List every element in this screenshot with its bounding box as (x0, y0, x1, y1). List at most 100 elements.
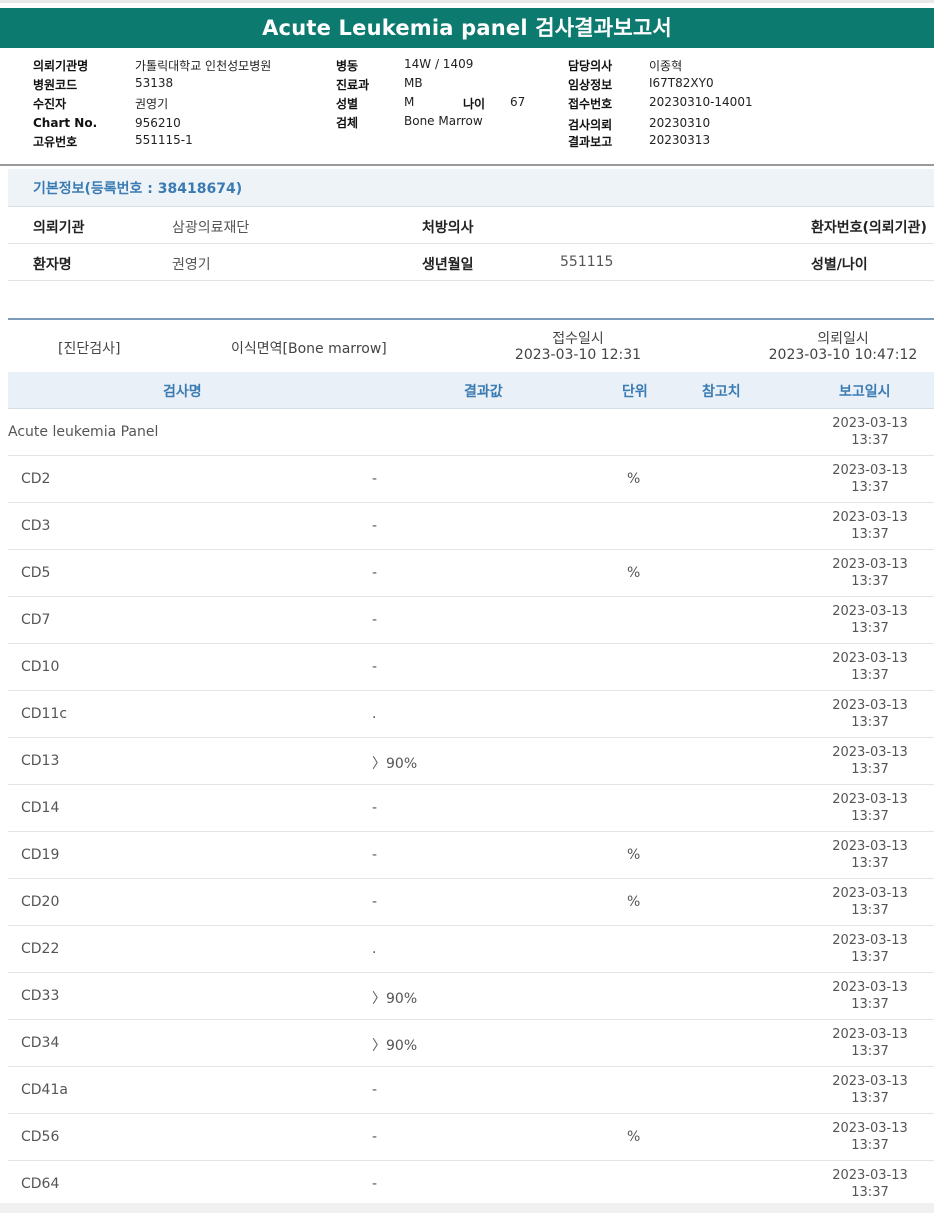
header-divider (0, 164, 934, 166)
header-value: MB (404, 76, 423, 90)
test-name: CD20 (21, 894, 60, 910)
report-date: 2023-03-13 13:37 (820, 744, 920, 778)
basic-info-title: 기본정보(등록번호 : 38418674) (33, 181, 243, 197)
table-row: CD33 〉90% 2023-03-13 13:37 (8, 973, 934, 1020)
result-value: - (372, 518, 378, 534)
report-date: 2023-03-13 13:37 (820, 791, 920, 825)
report-date-day: 2023-03-13 (832, 1168, 908, 1183)
report-date-day: 2023-03-13 (832, 1074, 908, 1089)
received-label: 접수일시 (552, 331, 604, 347)
report-date-time: 13:37 (851, 856, 889, 871)
report-date: 2023-03-13 13:37 (820, 697, 920, 731)
info-value: 551115 (560, 254, 614, 270)
top-border (0, 0, 934, 3)
report-date-day: 2023-03-13 (832, 1027, 908, 1042)
header-value: 이종혁 (649, 59, 683, 73)
header-label: 수진자 (33, 97, 67, 111)
table-row: CD2 -% 2023-03-13 13:37 (8, 456, 934, 503)
report-date-day: 2023-03-13 (832, 604, 908, 619)
header-label: 진료과 (336, 78, 370, 92)
result-value: . (372, 941, 377, 957)
report-date: 2023-03-13 13:37 (820, 415, 920, 449)
report-date-time: 13:37 (851, 950, 889, 965)
report-date-time: 13:37 (851, 527, 889, 542)
col-test-name: 검사명 (163, 384, 202, 400)
header-value: 956210 (135, 116, 181, 130)
report-date: 2023-03-13 13:37 (820, 1120, 920, 1154)
test-name: CD7 (21, 612, 51, 628)
report-date-day: 2023-03-13 (832, 651, 908, 666)
report-date: 2023-03-13 13:37 (820, 462, 920, 496)
requested-value: 2023-03-10 10:47:12 (768, 347, 918, 363)
requested-label: 의뢰일시 (817, 331, 869, 347)
report-date: 2023-03-13 13:37 (820, 932, 920, 966)
info-value: 삼광의료재단 (172, 220, 250, 236)
table-row: CD19 -% 2023-03-13 13:37 (8, 832, 934, 879)
report-date-time: 13:37 (851, 715, 889, 730)
received-value: 2023-03-10 12:31 (514, 347, 642, 363)
header-value: 67 (510, 95, 526, 109)
table-row: CD20 -% 2023-03-13 13:37 (8, 879, 934, 926)
diagnosis-test: 이식면역[Bone marrow] (231, 341, 387, 357)
test-name: CD41a (21, 1082, 68, 1098)
header-value: 20230310-14001 (649, 95, 753, 109)
col-result: 결과값 (464, 384, 503, 400)
table-row: CD14 - 2023-03-13 13:37 (8, 785, 934, 832)
col-unit: 단위 (622, 384, 648, 400)
header-label: 검사의뢰 (568, 118, 613, 132)
report-date-time: 13:37 (851, 1185, 889, 1200)
test-name: CD10 (21, 659, 60, 675)
basic-info-heading: 기본정보(등록번호 : 38418674) (8, 169, 934, 207)
report-date: 2023-03-13 13:37 (820, 509, 920, 543)
result-value: - (372, 1129, 378, 1145)
header-label: 임상정보 (568, 78, 613, 92)
test-name: CD3 (21, 518, 51, 534)
header-label: 성별 (336, 97, 359, 111)
panel-name: Acute leukemia Panel (8, 424, 159, 440)
header-label: 검체 (336, 116, 359, 130)
info-label: 처방의사 (422, 220, 474, 236)
report-date-time: 13:37 (851, 574, 889, 589)
header-value: Bone Marrow (404, 114, 483, 128)
report-date: 2023-03-13 13:37 (820, 885, 920, 919)
panel-row: Acute leukemia Panel 2023-03-13 13:37 (8, 409, 934, 456)
result-value: - (372, 659, 378, 675)
header-label: 나이 (463, 97, 486, 111)
header-label: 병원코드 (33, 78, 78, 92)
test-name: CD19 (21, 847, 60, 863)
table-row: CD3 - 2023-03-13 13:37 (8, 503, 934, 550)
report-date-day: 2023-03-13 (832, 886, 908, 901)
report-date-day: 2023-03-13 (832, 463, 908, 478)
report-date-day: 2023-03-13 (832, 698, 908, 713)
header-value: 551115-1 (135, 133, 193, 147)
report-date-time: 13:37 (851, 809, 889, 824)
info-label: 성별/나이 (811, 257, 868, 273)
report-date-day: 2023-03-13 (832, 510, 908, 525)
table-row: CD5 -% 2023-03-13 13:37 (8, 550, 934, 597)
table-row: CD10 - 2023-03-13 13:37 (8, 644, 934, 691)
result-value: - (372, 1176, 378, 1192)
report-date-day: 2023-03-13 (832, 933, 908, 948)
header-value: 권영기 (135, 97, 169, 111)
result-value: - (372, 800, 378, 816)
report-date-day: 2023-03-13 (832, 557, 908, 572)
header-label: 결과보고 (568, 135, 613, 149)
test-name: CD33 (21, 988, 60, 1004)
header-value: I67T82XY0 (649, 76, 714, 90)
result-value: 〉90% (372, 756, 418, 772)
table-row: CD34 〉90% 2023-03-13 13:37 (8, 1020, 934, 1067)
result-value: - (372, 894, 378, 910)
report-date: 2023-03-13 13:37 (820, 650, 920, 684)
results-table-header: 검사명 결과값 단위 참고치 보고일시 (8, 372, 934, 409)
report-date-time: 13:37 (851, 1138, 889, 1153)
result-value: - (372, 565, 378, 581)
basic-info-row: 환자명 권영기 생년월일 551115 성별/나이 (8, 244, 934, 281)
report-date: 2023-03-13 13:37 (820, 1073, 920, 1107)
report-date-time: 13:37 (851, 1044, 889, 1059)
header-label: 의뢰기관명 (33, 59, 89, 73)
basic-info-row: 의뢰기관 삼광의료재단 처방의사 환자번호(의뢰기관) (8, 207, 934, 244)
unit-value: % (627, 894, 641, 910)
info-value: 권영기 (172, 257, 211, 273)
table-row: CD11c. 2023-03-13 13:37 (8, 691, 934, 738)
report-date-time: 13:37 (851, 997, 889, 1012)
